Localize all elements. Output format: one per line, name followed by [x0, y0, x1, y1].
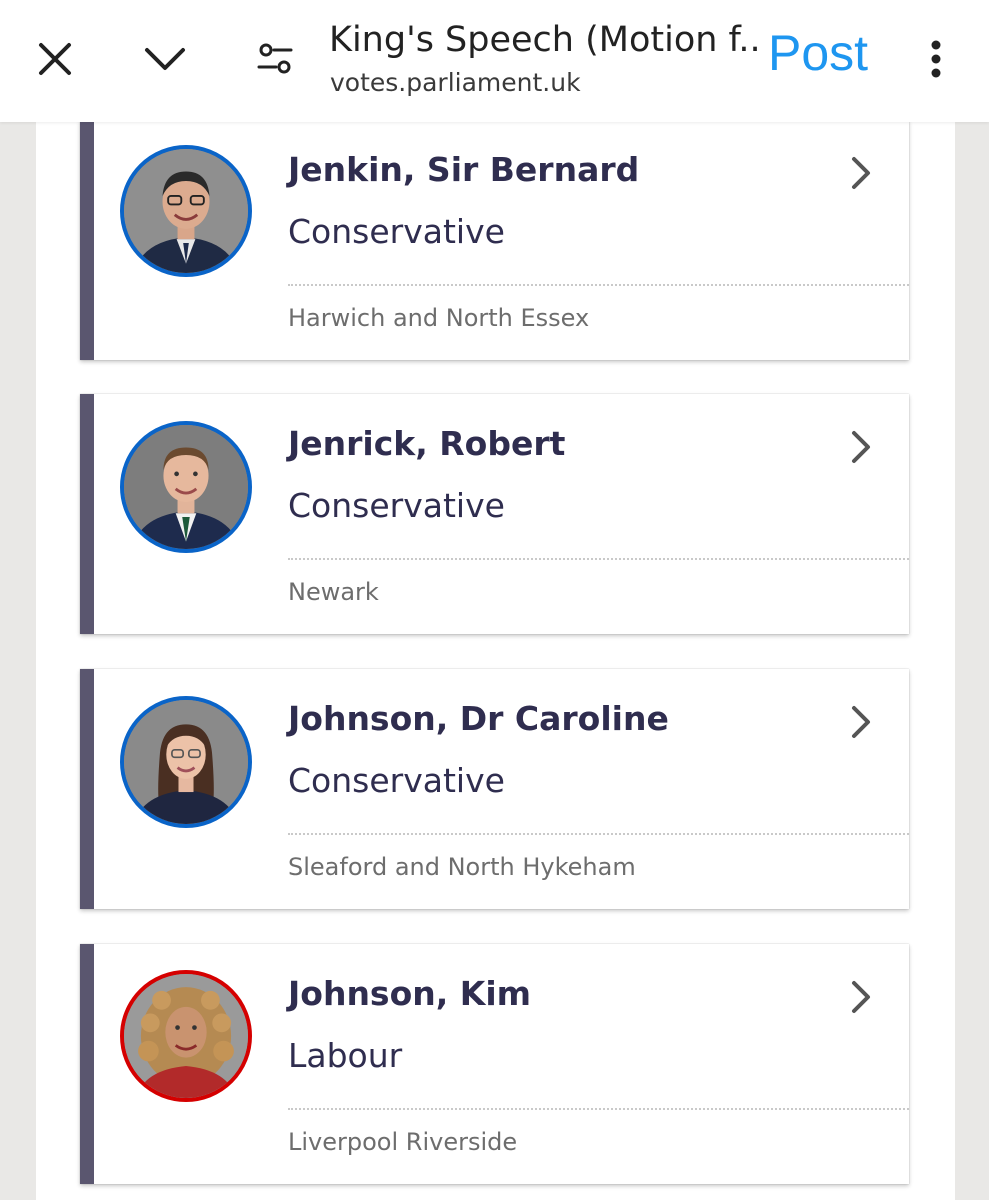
card-divider — [288, 833, 909, 835]
member-avatar — [120, 145, 252, 277]
member-party: Conservative — [288, 212, 505, 251]
member-card[interactable]: Jenkin, Sir Bernard Conservative Harwich… — [80, 122, 909, 360]
member-name: Johnson, Dr Caroline — [288, 699, 669, 738]
page-url: votes.parliament.uk — [330, 68, 581, 97]
member-name: Jenkin, Sir Bernard — [288, 150, 640, 189]
card-divider — [288, 558, 909, 560]
member-constituency: Harwich and North Essex — [288, 304, 590, 332]
member-name: Jenrick, Robert — [288, 424, 566, 463]
member-card[interactable]: Johnson, Kim Labour Liverpool Riverside — [80, 944, 909, 1184]
member-avatar — [120, 696, 252, 828]
member-party: Labour — [288, 1036, 403, 1075]
more-vertical-icon[interactable] — [916, 34, 956, 84]
browser-top-bar: King's Speech (Motion f... votes.parliam… — [0, 0, 989, 122]
settings-sliders-icon[interactable] — [250, 36, 300, 82]
card-accent-bar — [80, 669, 94, 909]
member-constituency: Newark — [288, 578, 379, 606]
card-accent-bar — [80, 122, 94, 360]
member-avatar — [120, 421, 252, 553]
member-party: Conservative — [288, 486, 505, 525]
member-constituency: Liverpool Riverside — [288, 1128, 518, 1156]
member-card[interactable]: Jenrick, Robert Conservative Newark — [80, 394, 909, 634]
chevron-right-icon[interactable] — [846, 155, 876, 191]
page-title: King's Speech (Motion f... — [329, 20, 759, 60]
card-divider — [288, 1108, 909, 1110]
chevron-right-icon[interactable] — [846, 979, 876, 1015]
member-avatar — [120, 970, 252, 1102]
post-button[interactable]: Post — [768, 24, 868, 82]
card-accent-bar — [80, 944, 94, 1184]
member-name: Johnson, Kim — [288, 974, 532, 1013]
card-divider — [288, 284, 909, 286]
chevron-down-icon[interactable] — [138, 34, 192, 84]
close-icon[interactable] — [30, 34, 80, 84]
member-list: Jenkin, Sir Bernard Conservative Harwich… — [36, 122, 955, 1200]
member-party: Conservative — [288, 761, 505, 800]
chevron-right-icon[interactable] — [846, 704, 876, 740]
chevron-right-icon[interactable] — [846, 429, 876, 465]
member-card[interactable]: Johnson, Dr Caroline Conservative Sleafo… — [80, 669, 909, 909]
card-accent-bar — [80, 394, 94, 634]
member-constituency: Sleaford and North Hykeham — [288, 853, 636, 881]
